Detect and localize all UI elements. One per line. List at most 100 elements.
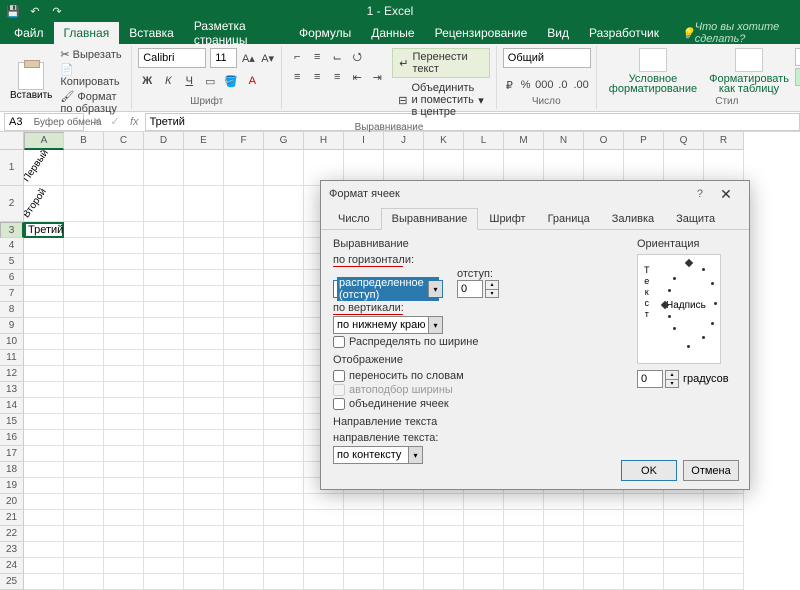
col-header[interactable]: L	[464, 132, 504, 150]
row-header[interactable]: 5	[0, 254, 24, 270]
increase-indent-icon[interactable]: ⇥	[368, 68, 386, 86]
decrease-indent-icon[interactable]: ⇤	[348, 68, 366, 86]
ok-button[interactable]: OK	[621, 460, 677, 481]
format-painter-button[interactable]: 🖌 Формат по образцу	[60, 90, 125, 115]
col-header[interactable]: G	[264, 132, 304, 150]
tab-developer[interactable]: Разработчик	[579, 22, 669, 44]
tab-formulas[interactable]: Формулы	[289, 22, 361, 44]
underline-button[interactable]: Ч	[180, 72, 198, 90]
font-color-button[interactable]: A	[243, 72, 261, 90]
vertical-align-select[interactable]: по нижнему краю▾	[333, 316, 443, 334]
row-header[interactable]: 2	[0, 186, 24, 222]
dlg-tab-protection[interactable]: Защита	[665, 208, 726, 230]
row-header[interactable]: 25	[0, 574, 24, 590]
row-header[interactable]: 23	[0, 542, 24, 558]
col-header[interactable]: D	[144, 132, 184, 150]
decrease-font-icon[interactable]: A▾	[260, 49, 275, 67]
tab-data[interactable]: Данные	[361, 22, 424, 44]
row-header[interactable]: 9	[0, 318, 24, 334]
row-header[interactable]: 1	[0, 150, 24, 186]
merge-center-button[interactable]: ⊟Объединить и поместить в центре ▾	[392, 80, 490, 120]
font-name-select[interactable]: Calibri	[138, 48, 206, 68]
wrap-text-button[interactable]: ↵Перенести текст	[392, 48, 490, 78]
orientation-icon[interactable]: ⭯	[348, 48, 366, 66]
dlg-tab-fill[interactable]: Заливка	[601, 208, 665, 230]
dialog-titlebar[interactable]: Формат ячеек ? ✕	[321, 181, 749, 207]
redo-icon[interactable]: ↷	[50, 4, 64, 18]
cancel-button[interactable]: Отмена	[683, 460, 739, 481]
style-normal[interactable]: Обычный	[795, 48, 800, 66]
row-header[interactable]: 17	[0, 446, 24, 462]
percent-icon[interactable]: %	[519, 76, 532, 94]
copy-button[interactable]: 📄 Копировать	[60, 63, 125, 88]
col-header[interactable]: B	[64, 132, 104, 150]
col-header[interactable]: K	[424, 132, 464, 150]
fill-color-button[interactable]: 🪣	[222, 72, 240, 90]
row-header[interactable]: 13	[0, 382, 24, 398]
row-header[interactable]: 14	[0, 398, 24, 414]
row-header[interactable]: 8	[0, 302, 24, 318]
dec-decimal-icon[interactable]: .00	[572, 76, 589, 94]
orientation-control[interactable]: Текст Надпись	[637, 254, 721, 364]
row-header[interactable]: 11	[0, 350, 24, 366]
active-cell[interactable]: Третий	[24, 222, 64, 238]
help-button[interactable]: ?	[697, 188, 703, 200]
border-button[interactable]: ▭	[201, 72, 219, 90]
row-header[interactable]: 18	[0, 462, 24, 478]
style-good[interactable]: Хороший	[795, 68, 800, 86]
text-direction-select[interactable]: по контексту▾	[333, 446, 423, 464]
align-bottom-icon[interactable]: ⌙	[328, 48, 346, 66]
row-header[interactable]: 10	[0, 334, 24, 350]
col-header[interactable]: Q	[664, 132, 704, 150]
degrees-spinner[interactable]: 0▴▾	[637, 370, 679, 388]
col-header[interactable]: H	[304, 132, 344, 150]
align-center-icon[interactable]: ≡	[308, 68, 326, 86]
row-header[interactable]: 15	[0, 414, 24, 430]
comma-icon[interactable]: 000	[535, 76, 553, 94]
bold-button[interactable]: Ж	[138, 72, 156, 90]
tab-review[interactable]: Рецензирование	[425, 22, 538, 44]
row-header[interactable]: 7	[0, 286, 24, 302]
row-header[interactable]: 19	[0, 478, 24, 494]
close-icon[interactable]: ✕	[711, 186, 741, 203]
align-left-icon[interactable]: ≡	[288, 68, 306, 86]
col-header[interactable]: R	[704, 132, 744, 150]
col-header[interactable]: O	[584, 132, 624, 150]
row-header[interactable]: 24	[0, 558, 24, 574]
dlg-tab-font[interactable]: Шрифт	[478, 208, 536, 230]
horizontal-align-select[interactable]: распределенное (отступ)▾	[333, 280, 443, 298]
currency-icon[interactable]: ₽	[503, 76, 516, 94]
row-header[interactable]: 21	[0, 510, 24, 526]
inc-decimal-icon[interactable]: .0	[556, 76, 569, 94]
col-header[interactable]: J	[384, 132, 424, 150]
tab-insert[interactable]: Вставка	[119, 22, 184, 44]
number-format-select[interactable]: Общий	[503, 48, 591, 68]
paste-button[interactable]: Вставить	[10, 48, 52, 115]
wrap-checkbox[interactable]: переносить по словам	[333, 370, 617, 382]
col-header[interactable]: P	[624, 132, 664, 150]
align-right-icon[interactable]: ≡	[328, 68, 346, 86]
merge-checkbox[interactable]: объединение ячеек	[333, 398, 617, 410]
col-header[interactable]: I	[344, 132, 384, 150]
col-header[interactable]: N	[544, 132, 584, 150]
italic-button[interactable]: К	[159, 72, 177, 90]
col-header[interactable]: M	[504, 132, 544, 150]
undo-icon[interactable]: ↶	[28, 4, 42, 18]
tab-home[interactable]: Главная	[54, 22, 120, 44]
col-header[interactable]: E	[184, 132, 224, 150]
row-header[interactable]: 22	[0, 526, 24, 542]
conditional-format-button[interactable]: Условное форматирование	[603, 48, 703, 94]
fx-icon[interactable]: fx	[130, 116, 139, 128]
increase-font-icon[interactable]: A▴	[241, 49, 256, 67]
distribute-checkbox[interactable]: Распределять по ширине	[333, 336, 617, 348]
tab-file[interactable]: Файл	[4, 22, 54, 44]
row-header[interactable]: 12	[0, 366, 24, 382]
row-header[interactable]: 16	[0, 430, 24, 446]
select-all-corner[interactable]	[0, 132, 24, 150]
col-header[interactable]: A	[24, 132, 64, 150]
save-icon[interactable]: 💾	[6, 4, 20, 18]
row-header[interactable]: 20	[0, 494, 24, 510]
tell-me[interactable]: 💡 Что вы хотите сделать?	[669, 22, 800, 44]
align-middle-icon[interactable]: ≡	[308, 48, 326, 66]
font-size-select[interactable]: 11	[210, 48, 237, 68]
